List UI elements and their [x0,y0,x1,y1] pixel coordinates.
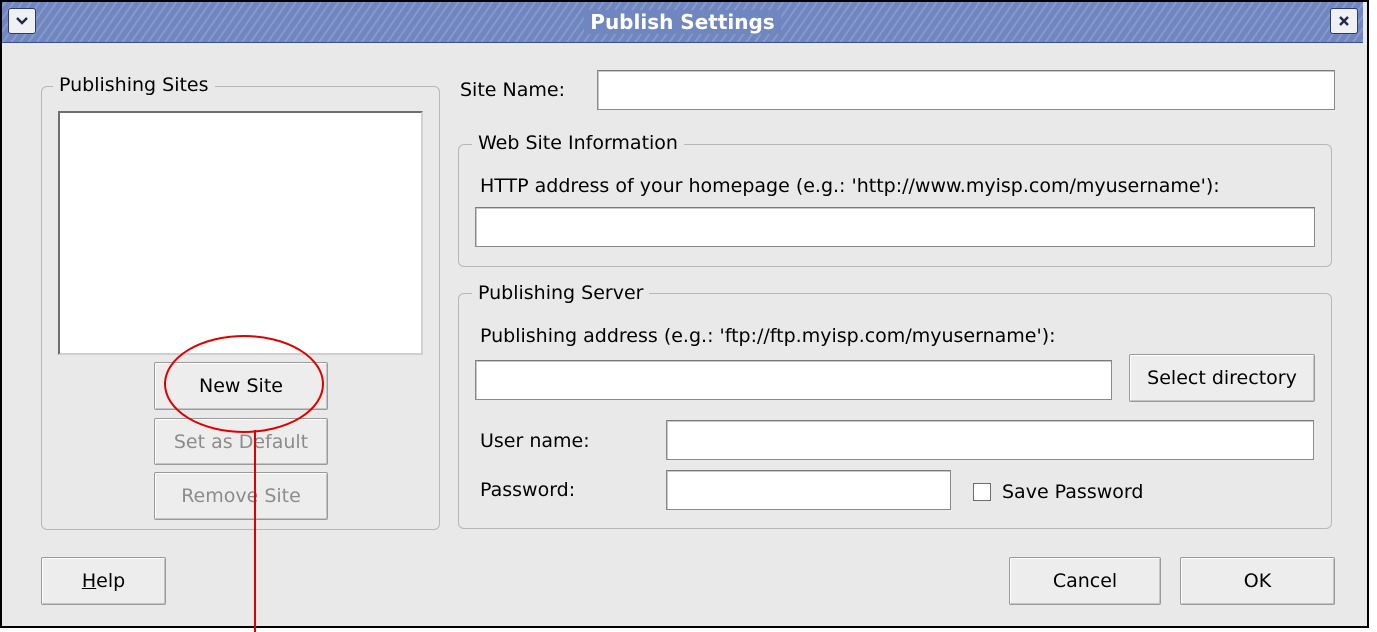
title-bar[interactable]: Publish Settings [2,2,1363,43]
close-icon [1338,15,1350,27]
web-site-information-legend: Web Site Information [472,132,684,154]
help-mnemonic: H [81,570,97,592]
save-password-checkbox[interactable] [973,483,991,501]
help-label: elp [96,570,126,592]
publishing-address-label: Publishing address (e.g.: 'ftp://ftp.myi… [480,325,1056,347]
publishing-sites-list[interactable] [58,111,423,355]
ok-button[interactable]: OK [1180,557,1335,605]
http-address-input[interactable] [475,207,1315,247]
publishing-sites-legend: Publishing Sites [53,74,215,96]
remove-site-button[interactable]: Remove Site [154,472,328,520]
help-button[interactable]: Help [41,557,166,605]
window-close-button[interactable] [1330,8,1358,34]
site-name-label: Site Name: [460,79,565,101]
http-address-label: HTTP address of your homepage (e.g.: 'ht… [480,175,1220,197]
publishing-address-input[interactable] [475,360,1112,400]
user-name-label: User name: [480,430,590,452]
user-name-input[interactable] [666,420,1314,460]
window-title: Publish Settings [584,10,781,34]
publishing-server-legend: Publishing Server [472,282,650,304]
save-password-label: Save Password [1002,481,1144,503]
password-label: Password: [480,479,576,501]
cancel-button[interactable]: Cancel [1009,557,1161,605]
window-menu-button[interactable] [8,8,36,34]
web-site-information-group [458,144,1332,267]
select-directory-button[interactable]: Select directory [1129,354,1315,402]
site-name-input[interactable] [597,70,1335,110]
chevron-down-icon [15,16,29,26]
new-site-button[interactable]: New Site [154,362,328,410]
password-input[interactable] [666,470,951,510]
set-as-default-button[interactable]: Set as Default [154,418,328,465]
